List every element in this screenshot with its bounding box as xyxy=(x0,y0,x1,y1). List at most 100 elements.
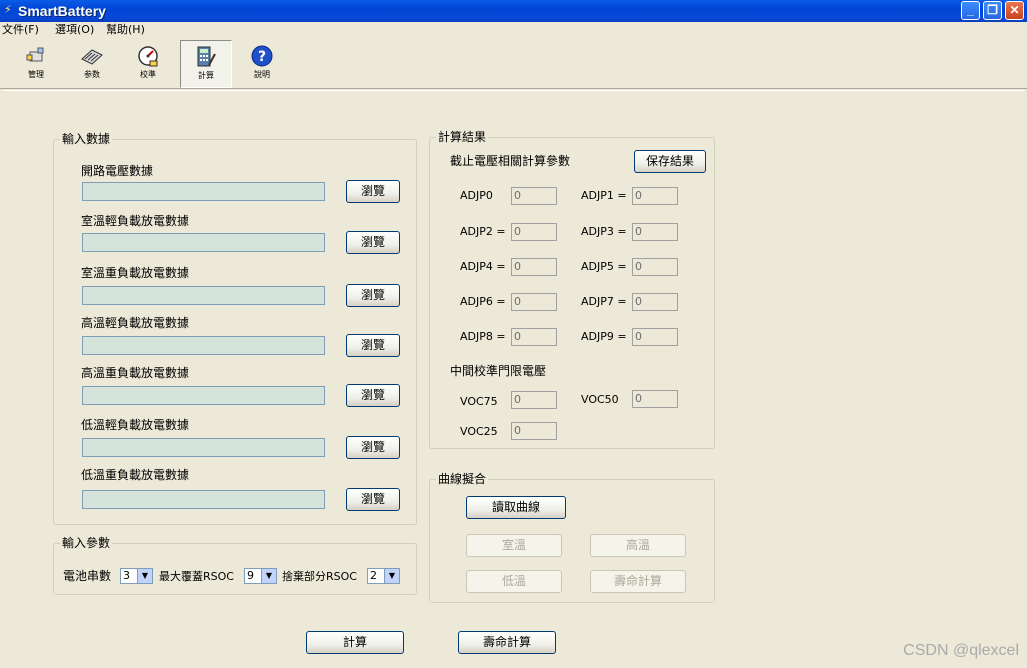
low-heavy-data-label: 低溫重負載放電數據 xyxy=(81,468,190,482)
adjp1-value: 0 xyxy=(632,187,678,205)
browse-button[interactable]: 瀏覽 xyxy=(346,334,400,357)
chip-icon xyxy=(81,49,103,65)
voc75-label: VOC75 xyxy=(460,395,498,408)
gauge-icon xyxy=(138,46,158,67)
high-light-data-label: 高溫輕負載放電數據 xyxy=(81,316,190,330)
cell-count-value: 3 xyxy=(123,569,130,582)
discard-rsoc-select[interactable]: 2 ▼ xyxy=(367,568,400,584)
read-curve-button[interactable]: 讀取曲線 xyxy=(466,496,566,519)
toolbar-label: 校準 xyxy=(140,70,156,79)
room-light-data-input[interactable] xyxy=(82,233,325,252)
battery-app-icon: ⚡ xyxy=(4,3,12,16)
results-group: 計算結果 截止電壓相關計算參數 保存結果 ADJP0 0 ADJP1 = 0 A… xyxy=(429,130,715,449)
low-light-data-input[interactable] xyxy=(82,438,325,457)
adjp8-label: ADJP8 = xyxy=(460,330,506,343)
adjp3-value: 0 xyxy=(632,223,678,241)
toolbar-calculate-button[interactable]: 計算 xyxy=(180,40,232,88)
restore-button[interactable]: ❐ xyxy=(983,1,1002,20)
adjp2-label: ADJP2 = xyxy=(460,225,506,238)
adjp8-value: 0 xyxy=(511,328,557,346)
toolbar-calibrate-button[interactable]: 校準 xyxy=(122,40,174,88)
adjp4-label: ADJP4 = xyxy=(460,260,506,273)
voc75-value: 0 xyxy=(511,391,557,409)
adjp6-value: 0 xyxy=(511,293,557,311)
high-heavy-data-input[interactable] xyxy=(82,386,325,405)
cell-count-label: 電池串數 xyxy=(63,569,112,583)
chevron-down-icon[interactable]: ▼ xyxy=(137,569,152,583)
browse-button[interactable]: 瀏覽 xyxy=(346,180,400,203)
menu-file[interactable]: 文件(F) xyxy=(2,22,39,37)
adjp4-value: 0 xyxy=(511,258,557,276)
toolbar-params-button[interactable]: 参数 xyxy=(66,40,118,88)
max-rsoc-select[interactable]: 9 ▼ xyxy=(244,568,277,584)
browse-button[interactable]: 瀏覽 xyxy=(346,488,400,511)
client-area: 輸入數據 開路電壓數據 瀏覽 室溫輕負載放電數據 瀏覽 室溫重負載放電數據 瀏覽… xyxy=(3,90,1024,668)
ocv-data-label: 開路電壓數據 xyxy=(81,164,154,178)
toolbar-manage-button[interactable]: 管理 xyxy=(10,40,62,88)
room-light-data-label: 室溫輕負載放電數據 xyxy=(81,214,190,228)
adjp1-label: ADJP1 = xyxy=(581,189,627,202)
help-icon: ? xyxy=(251,45,273,67)
adjp9-label: ADJP9 = xyxy=(581,330,627,343)
room-temp-button[interactable]: 室溫 xyxy=(466,534,562,557)
browse-button[interactable]: 瀏覽 xyxy=(346,384,400,407)
toolbar-label: 参数 xyxy=(84,70,100,79)
toolbar: 管理 参数 校準 計算 ? 說明 xyxy=(0,38,1027,89)
life-calc-button[interactable]: 壽命計算 xyxy=(590,570,686,593)
adjp5-label: ADJP5 = xyxy=(581,260,627,273)
voc50-value: 0 xyxy=(632,390,678,408)
low-light-data-label: 低溫輕負載放電數據 xyxy=(81,418,190,432)
menu-help[interactable]: 幫助(H) xyxy=(106,22,145,37)
low-heavy-data-input[interactable] xyxy=(82,490,325,509)
save-results-button[interactable]: 保存結果 xyxy=(634,150,706,173)
threshold-voltage-label: 中間校準門限電壓 xyxy=(450,364,547,378)
toolbar-label: 管理 xyxy=(28,70,44,79)
input-data-title: 輸入數據 xyxy=(60,132,113,146)
curve-fit-title: 曲線擬合 xyxy=(436,472,489,486)
adjp2-value: 0 xyxy=(511,223,557,241)
menu-bar: 文件(F) 選項(O) 幫助(H) xyxy=(0,22,1027,37)
minimize-button[interactable]: _ xyxy=(961,1,980,20)
input-params-title: 輸入參數 xyxy=(60,536,113,550)
adjp3-label: ADJP3 = xyxy=(581,225,627,238)
adjp0-value: 0 xyxy=(511,187,557,205)
adjp7-value: 0 xyxy=(632,293,678,311)
voc50-label: VOC50 xyxy=(581,393,619,406)
cutoff-params-label: 截止電壓相關計算參數 xyxy=(450,154,571,168)
discard-rsoc-label: 捨棄部分RSOC xyxy=(282,570,357,583)
curve-fit-group: 曲線擬合 讀取曲線 室溫 高溫 低溫 壽命計算 xyxy=(429,472,715,603)
toolbar-help-button[interactable]: ? 說明 xyxy=(236,40,288,88)
toolbar-label: 計算 xyxy=(198,71,214,80)
voc25-value: 0 xyxy=(511,422,557,440)
high-light-data-input[interactable] xyxy=(82,336,325,355)
adjp7-label: ADJP7 = xyxy=(581,295,627,308)
high-temp-button[interactable]: 高溫 xyxy=(590,534,686,557)
low-temp-button[interactable]: 低溫 xyxy=(466,570,562,593)
watermark: CSDN @qlexcel xyxy=(903,642,1019,659)
close-button[interactable]: ✕ xyxy=(1005,1,1024,20)
adjp9-value: 0 xyxy=(632,328,678,346)
calculate-button[interactable]: 計算 xyxy=(306,631,404,654)
input-data-group: 輸入數據 開路電壓數據 瀏覽 室溫輕負載放電數據 瀏覽 室溫重負載放電數據 瀏覽… xyxy=(53,132,417,525)
room-heavy-data-label: 室溫重負載放電數據 xyxy=(81,266,190,280)
svg-text:?: ? xyxy=(258,49,266,65)
menu-options[interactable]: 選項(O) xyxy=(55,22,94,37)
adjp0-label: ADJP0 xyxy=(460,189,493,202)
high-heavy-data-label: 高溫重負載放電數據 xyxy=(81,366,190,380)
toolbar-label: 說明 xyxy=(254,70,270,79)
browse-button[interactable]: 瀏覽 xyxy=(346,436,400,459)
title-bar[interactable]: ⚡ SmartBattery _ ❐ ✕ xyxy=(0,0,1027,22)
browse-button[interactable]: 瀏覽 xyxy=(346,231,400,254)
max-rsoc-value: 9 xyxy=(247,569,254,582)
room-heavy-data-input[interactable] xyxy=(82,286,325,305)
max-rsoc-label: 最大覆蓋RSOC xyxy=(159,570,234,583)
manage-icon xyxy=(26,47,44,62)
results-title: 計算結果 xyxy=(436,130,489,144)
calculator-icon xyxy=(197,46,216,67)
ocv-data-input[interactable] xyxy=(82,182,325,201)
chevron-down-icon[interactable]: ▼ xyxy=(261,569,276,583)
browse-button[interactable]: 瀏覽 xyxy=(346,284,400,307)
life-calculation-button[interactable]: 壽命計算 xyxy=(458,631,556,654)
cell-count-select[interactable]: 3 ▼ xyxy=(120,568,153,584)
chevron-down-icon[interactable]: ▼ xyxy=(384,569,399,583)
